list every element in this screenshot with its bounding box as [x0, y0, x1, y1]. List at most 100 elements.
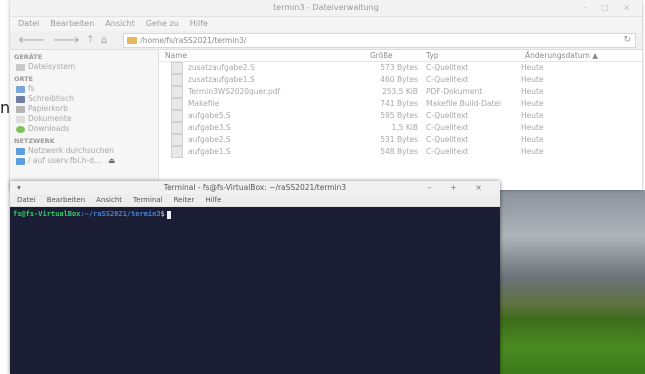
- file-name-cell: aufgabe2.S: [159, 134, 370, 146]
- file-name-cell: aufgabe1.S: [159, 146, 370, 158]
- file-size: 460 Bytes: [380, 75, 418, 84]
- menu-gehe-zu[interactable]: Gehe zu: [146, 17, 179, 31]
- file-list: Name Größe Typ Änderungsdatum ▲ zusatzau…: [159, 50, 642, 190]
- sidebar-item-papierkorb[interactable]: Papierkorb: [10, 104, 158, 114]
- home-icon[interactable]: ⌂: [101, 35, 107, 46]
- menu-hilfe[interactable]: Hilfe: [190, 17, 208, 31]
- network-icon: [16, 147, 25, 155]
- file-type: C-Quelltext: [426, 75, 469, 84]
- source-file-icon: [171, 122, 183, 134]
- file-type: C-Quelltext: [426, 135, 469, 144]
- file-row[interactable]: Termin3WS2020quer.pdf 253,5 KiB PDF-Dokume…: [159, 86, 642, 98]
- terminal-titlebar[interactable]: ▾ Terminal - fs@fs-VirtualBox: ~/raSS202…: [10, 181, 500, 194]
- file-type: PDF-Dokument: [426, 87, 483, 96]
- terminal-menu-ansicht[interactable]: Ansicht: [96, 194, 122, 206]
- menu-ansicht[interactable]: Ansicht: [105, 17, 135, 31]
- sidebar-item-label: Dateisystem: [28, 62, 76, 71]
- prompt-path: :~/raSS2021/termin3: [80, 210, 161, 218]
- text-cursor: [166, 210, 171, 219]
- desktop-wallpaper: [495, 190, 645, 374]
- prompt-symbol: $: [160, 210, 165, 218]
- file-row[interactable]: Makefile 741 Bytes Makefile Build-Datei Heu…: [159, 98, 642, 110]
- up-arrow-icon[interactable]: 🡑: [88, 32, 93, 49]
- forward-arrow-icon[interactable]: 🡒: [53, 34, 80, 46]
- source-file-icon: [171, 74, 183, 86]
- folder-icon: [127, 36, 138, 44]
- file-size: 595 Bytes: [380, 111, 418, 120]
- file-date: Heute: [521, 111, 544, 120]
- file-date: Heute: [521, 87, 544, 96]
- file-rows: zusatzaufgabe2.S 573 Bytes C-Quelltext Heut…: [159, 62, 642, 158]
- file-row[interactable]: aufgabe2.S 531 Bytes C-Quelltext Heute: [159, 134, 642, 146]
- sidebar-item-schreibtisch[interactable]: Schreibtisch: [10, 94, 158, 104]
- file-size: 741 Bytes: [380, 99, 418, 108]
- sidebar-item-downloads[interactable]: Downloads: [10, 124, 158, 134]
- sidebar-item-network-browse[interactable]: Netzwerk durchsuchen: [10, 146, 158, 156]
- sidebar-item-dateisystem[interactable]: Dateisystem: [10, 62, 158, 72]
- file-name: zusatzaufgabe2.S: [188, 63, 255, 72]
- eject-icon[interactable]: ⏏: [108, 156, 115, 166]
- home-icon: [16, 85, 25, 93]
- file-size: 548 Bytes: [380, 147, 418, 156]
- file-row[interactable]: aufgabe1.S 548 Bytes C-Quelltext Heute: [159, 146, 642, 158]
- file-name-cell: aufgabe3.S: [159, 122, 370, 134]
- column-date[interactable]: Änderungsdatum ▲: [525, 50, 642, 61]
- file-row[interactable]: aufgabe3.S 1,5 KiB C-Quelltext Heute: [159, 122, 642, 134]
- file-type: C-Quelltext: [426, 63, 469, 72]
- reload-icon[interactable]: ↻: [623, 34, 635, 47]
- menu-datei[interactable]: Datei: [18, 17, 39, 31]
- file-date: Heute: [521, 123, 544, 132]
- file-type: C-Quelltext: [426, 111, 469, 120]
- stray-text: n: [0, 98, 11, 117]
- file-row[interactable]: zusatzaufgabe1.S 460 Bytes C-Quelltext Heut…: [159, 74, 642, 86]
- terminal-menu-datei[interactable]: Datei: [17, 194, 36, 206]
- file-date: Heute: [521, 147, 544, 156]
- sidebar-item-label: Netzwerk durchsuchen: [28, 146, 114, 155]
- terminal-output[interactable]: fs@fs-VirtualBox:~/raSS2021/termin3 $: [10, 207, 500, 222]
- source-file-icon: [171, 146, 183, 158]
- column-name[interactable]: Name: [159, 50, 370, 61]
- column-size[interactable]: Größe: [370, 50, 426, 61]
- path-bar[interactable]: /home/fs/raSS2021/termin3/ ↻: [123, 32, 636, 48]
- sidebar-item-label: Schreibtisch: [28, 94, 74, 103]
- terminal-menubar: Datei Bearbeiten Ansicht Terminal Reiter…: [10, 194, 500, 207]
- file-row[interactable]: aufgabe5.S 595 Bytes C-Quelltext Heute: [159, 110, 642, 122]
- sidebar: GERÄTE Dateisystem ORTE fs Schreibtisch …: [10, 50, 159, 190]
- file-date: Heute: [521, 75, 544, 84]
- terminal-menu-hilfe[interactable]: Hilfe: [205, 194, 221, 206]
- file-name-cell: aufgabe5.S: [159, 110, 370, 122]
- file-row[interactable]: zusatzaufgabe2.S 573 Bytes C-Quelltext Heut…: [159, 62, 642, 74]
- file-type: C-Quelltext: [426, 147, 469, 156]
- window-controls[interactable]: – □ ×: [583, 0, 636, 16]
- sidebar-item-label: / auf userv.fbi.h-d...: [28, 156, 102, 165]
- terminal-menu-bearbeiten[interactable]: Bearbeiten: [47, 194, 85, 206]
- window-menu-icon[interactable]: ▾: [17, 181, 21, 194]
- sidebar-item-network-share[interactable]: / auf userv.fbi.h-d... ⏏: [10, 156, 158, 166]
- file-date: Heute: [521, 63, 544, 72]
- trash-icon: [16, 105, 25, 113]
- file-manager-titlebar[interactable]: termin3 - Dateiverwaltung – □ ×: [10, 0, 642, 17]
- terminal-window-controls[interactable]: – + ×: [428, 181, 491, 194]
- file-date: Heute: [521, 99, 544, 108]
- back-arrow-icon[interactable]: 🡐: [18, 34, 45, 46]
- source-file-icon: [171, 134, 183, 146]
- path-text: /home/fs/raSS2021/termin3/: [140, 35, 247, 45]
- file-name-cell: Makefile: [159, 98, 370, 110]
- terminal-title: Terminal - fs@fs-VirtualBox: ~/raSS2021/…: [163, 183, 347, 192]
- file-name: Termin3WS2020quer.pdf: [188, 87, 281, 96]
- column-type[interactable]: Typ: [426, 50, 525, 61]
- terminal-menu-terminal[interactable]: Terminal: [133, 194, 163, 206]
- menu-bearbeiten[interactable]: Bearbeiten: [50, 17, 94, 31]
- desktop-icon: [16, 95, 25, 103]
- file-size: 531 Bytes: [380, 135, 418, 144]
- file-size: 253,5 KiB: [381, 87, 418, 96]
- drive-icon: [16, 63, 25, 71]
- sidebar-item-label: Papierkorb: [28, 104, 68, 113]
- file-list-header: Name Größe Typ Änderungsdatum ▲: [159, 50, 642, 62]
- file-manager-menubar: Datei Bearbeiten Ansicht Gehe zu Hilfe: [10, 17, 642, 31]
- terminal-window[interactable]: ▾ Terminal - fs@fs-VirtualBox: ~/raSS202…: [10, 181, 500, 374]
- sidebar-item-fs[interactable]: fs: [10, 84, 158, 94]
- terminal-menu-reiter[interactable]: Reiter: [174, 194, 195, 206]
- sidebar-item-dokumente[interactable]: Dokumente: [10, 114, 158, 124]
- file-type: C-Quelltext: [426, 123, 469, 132]
